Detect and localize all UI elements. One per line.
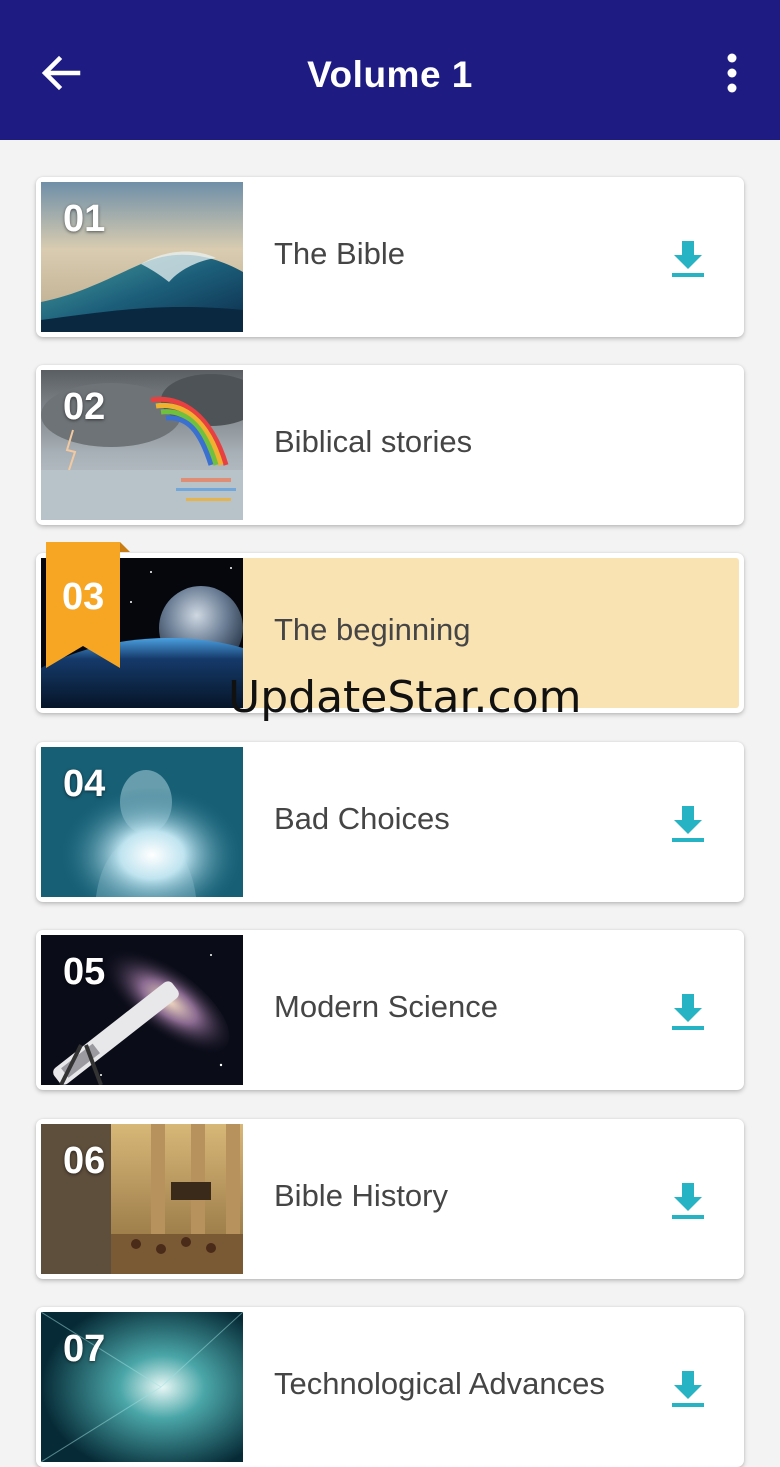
chapter-thumbnail: 04 (41, 747, 243, 897)
chapter-thumbnail: 07 (41, 1312, 243, 1462)
chapter-number: 03 (62, 576, 105, 618)
download-button[interactable] (666, 990, 710, 1034)
download-button[interactable] (666, 237, 710, 281)
list-item[interactable]: 06 Bible History (36, 1119, 744, 1279)
current-chapter-bookmark: 03 (46, 542, 130, 668)
download-icon (672, 1371, 704, 1407)
download-button[interactable] (666, 802, 710, 846)
chapter-title: Technological Advances (274, 1366, 605, 1401)
chapter-number: 06 (63, 1140, 106, 1182)
chapter-thumbnail: 02 (41, 370, 243, 520)
download-icon (672, 994, 704, 1030)
chapter-title: Bad Choices (274, 801, 450, 836)
download-button[interactable] (666, 1179, 710, 1223)
chapter-thumbnail: 06 (41, 1124, 243, 1274)
chapter-number: 02 (63, 386, 106, 428)
download-icon (672, 806, 704, 842)
chapter-number: 01 (63, 198, 106, 240)
download-button[interactable] (666, 1367, 710, 1411)
list-item[interactable]: 04 Bad Choices (36, 742, 744, 902)
chapter-title: The Bible (274, 236, 405, 271)
list-item[interactable]: 05 Modern Science (36, 930, 744, 1090)
list-item[interactable]: 01 The Bible (36, 177, 744, 337)
list-item[interactable]: 02 Biblical stories (36, 365, 744, 525)
chapter-title: The beginning (274, 612, 471, 647)
chapter-title: Bible History (274, 1178, 448, 1213)
chapter-thumbnail: 01 (41, 182, 243, 332)
watermark: UpdateStar.com (228, 672, 582, 723)
chapter-title: Biblical stories (274, 424, 473, 459)
download-icon (672, 1183, 704, 1219)
chapter-number: 04 (63, 763, 106, 805)
chapter-number: 07 (63, 1328, 106, 1370)
chapter-thumbnail: 05 (41, 935, 243, 1085)
chapter-number: 05 (63, 951, 106, 993)
download-icon (672, 241, 704, 277)
chapter-title: Modern Science (274, 989, 499, 1024)
list-item[interactable]: 07 Technological Advances (36, 1307, 744, 1467)
